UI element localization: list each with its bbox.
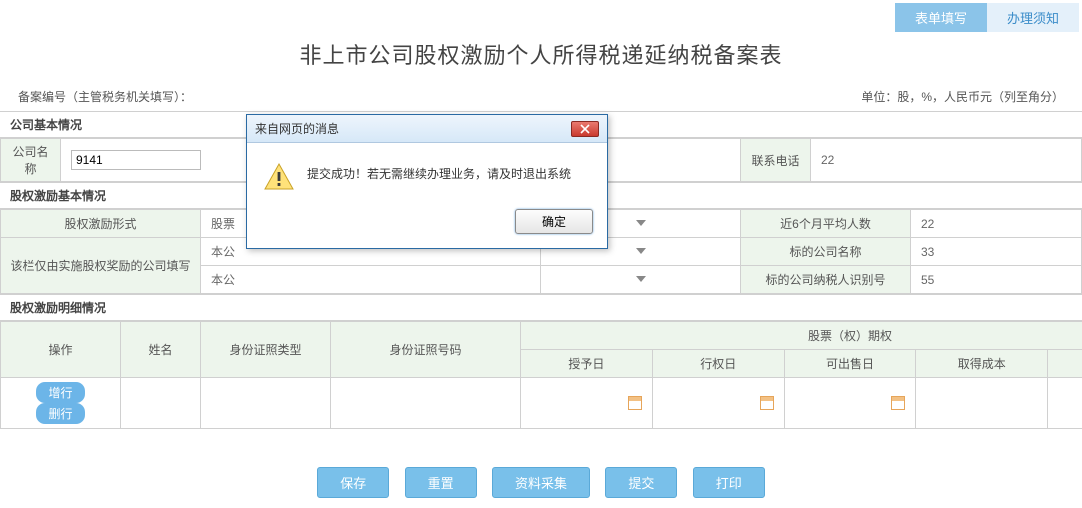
submit-button[interactable]: 提交 (605, 467, 677, 498)
col-name: 姓名 (121, 322, 201, 378)
dialog-title-text: 来自网页的消息 (255, 120, 339, 137)
cell-exer[interactable] (652, 378, 784, 429)
chevron-down-icon (634, 217, 648, 231)
cell-idtype[interactable] (201, 378, 331, 429)
company-name-input[interactable] (71, 150, 201, 170)
incentive-type-label: 股权激励形式 (1, 210, 201, 238)
col-sell: 可出售日 (784, 350, 916, 378)
incentive-dd3[interactable] (541, 266, 741, 294)
top-tabs: 表单填写 办理须知 (895, 3, 1079, 32)
col-cost: 取得成本 (916, 350, 1048, 378)
phone-label: 联系电话 (741, 139, 811, 182)
tab-form-fill[interactable]: 表单填写 (895, 3, 987, 32)
add-row-button[interactable]: 增行 (36, 382, 84, 403)
chevron-down-icon (634, 245, 648, 259)
dialog-message: 提交成功！若无需继续办理业务，请及时退出系统 (307, 161, 571, 182)
message-dialog: 来自网页的消息 提交成功！若无需继续办理业务，请及时退出系统 确定 (246, 114, 608, 249)
unit-label: 单位：股，%，人民币元（列至角分） (861, 88, 1064, 105)
cell-sell[interactable] (784, 378, 916, 429)
target-taxid-label: 标的公司纳税人识别号 (741, 266, 911, 294)
cell-cost[interactable] (916, 378, 1048, 429)
avg-people-value[interactable]: 22 (911, 210, 1082, 238)
calendar-icon (628, 396, 642, 410)
close-icon[interactable] (571, 121, 599, 137)
target-taxid-value[interactable]: 55 (911, 266, 1082, 294)
col-group: 股票（权）期权 (521, 322, 1082, 350)
award-r3-v1[interactable]: 本公 (201, 266, 541, 294)
cell-stock[interactable] (1048, 378, 1082, 429)
del-row-button[interactable]: 删行 (36, 403, 84, 424)
reset-button[interactable]: 重置 (405, 467, 477, 498)
print-button[interactable]: 打印 (693, 467, 765, 498)
target-company-label: 标的公司名称 (741, 238, 911, 266)
calendar-icon (760, 396, 774, 410)
chevron-down-icon (634, 273, 648, 287)
ok-button[interactable]: 确定 (515, 209, 593, 234)
record-no-label: 备案编号（主管税务机关填写）： (18, 88, 192, 105)
section-detail-header: 股权激励明细情况 (0, 294, 1082, 321)
col-op: 操作 (1, 322, 121, 378)
avg-people-label: 近6个月平均人数 (741, 210, 911, 238)
header-row: 备案编号（主管税务机关填写）： 单位：股，%，人民币元（列至角分） (0, 88, 1082, 111)
detail-table: 操作 姓名 身份证照类型 身份证照号码 股票（权）期权 授予日 行权日 可出售日… (0, 321, 1082, 429)
table-row: 增行 删行 (1, 378, 1082, 429)
save-button[interactable]: 保存 (317, 467, 389, 498)
cell-grant[interactable] (521, 378, 653, 429)
col-idno: 身份证照号码 (331, 322, 521, 378)
warning-icon (263, 161, 295, 193)
collect-button[interactable]: 资料采集 (492, 467, 590, 498)
cell-name[interactable] (121, 378, 201, 429)
calendar-icon (891, 396, 905, 410)
bottom-bar: 保存 重置 资料采集 提交 打印 (0, 467, 1082, 498)
award-company-label: 该栏仅由实施股权奖励的公司填写 (1, 238, 201, 294)
col-exer: 行权日 (652, 350, 784, 378)
detail-scroll[interactable]: 操作 姓名 身份证照类型 身份证照号码 股票（权）期权 授予日 行权日 可出售日… (0, 321, 1082, 429)
phone-value[interactable]: 22 (811, 139, 1082, 182)
col-stock: 股 (1048, 350, 1082, 378)
company-name-label: 公司名称 (1, 139, 61, 182)
dialog-titlebar[interactable]: 来自网页的消息 (247, 115, 607, 143)
cell-idno[interactable] (331, 378, 521, 429)
col-grant: 授予日 (521, 350, 653, 378)
tab-notice[interactable]: 办理须知 (987, 3, 1079, 32)
target-company-value[interactable]: 33 (911, 238, 1082, 266)
row-ops: 增行 删行 (1, 378, 121, 429)
col-idtype: 身份证照类型 (201, 322, 331, 378)
